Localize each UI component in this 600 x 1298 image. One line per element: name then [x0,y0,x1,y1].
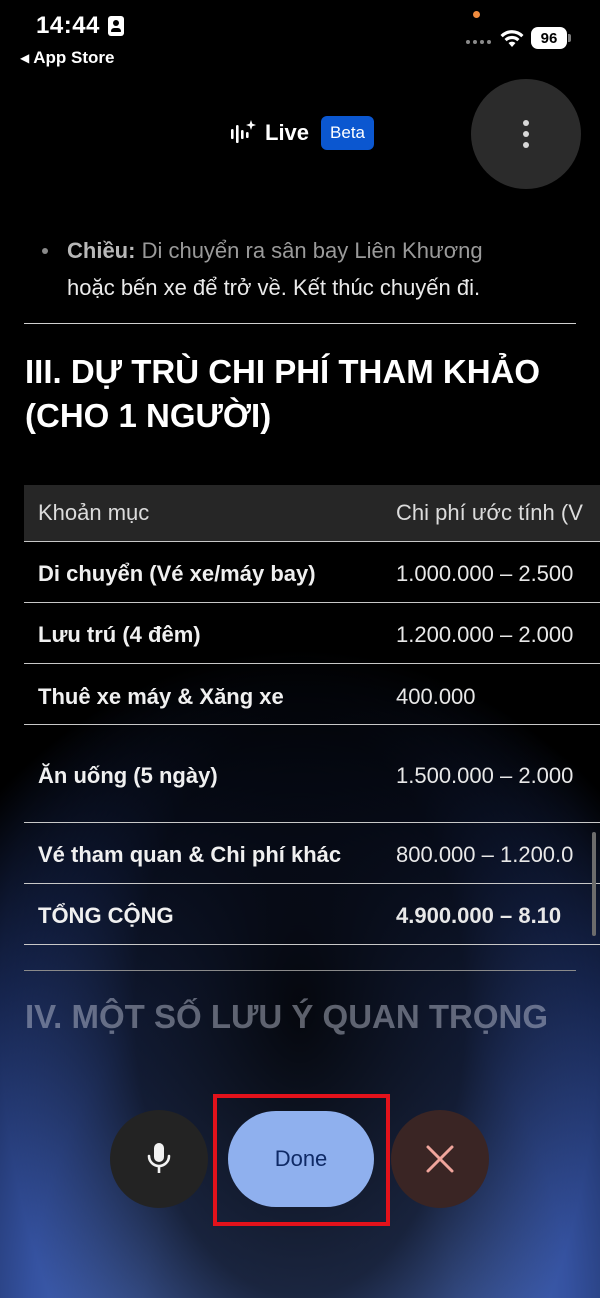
wifi-icon [500,30,524,47]
status-time: 14:44 [36,12,100,39]
back-triangle-icon: ◀ [20,51,30,65]
section-divider [24,323,576,324]
close-icon [426,1145,454,1173]
beta-badge: Beta [321,116,375,150]
table-row-divider [24,541,600,542]
live-screen: 14:44 ◀ App Store 96 Live Beta Chiều: Di… [0,0,600,1298]
table-header-cost: Chi phí ước tính (V [396,500,583,525]
table-row-item: Ăn uống (5 ngày) [38,763,218,788]
microphone-button[interactable] [110,1110,208,1208]
table-row-cost: 1.000.000 – 2.500 [396,561,574,586]
live-header: Live Beta [229,116,375,150]
section-divider [24,970,576,971]
scrollbar-thumb[interactable] [592,832,596,936]
table-row-divider [24,724,600,725]
bullet-dot [42,248,48,254]
bullet-text-line-2: hoặc bến xe để trở về. Kết thúc chuyến đ… [67,275,481,300]
next-section-title: IV. MỘT SỐ LƯU Ý QUAN TRỌNG [25,998,549,1035]
table-row-divider [24,944,600,945]
live-title: Live [265,120,310,145]
table-header-item: Khoản mục [38,500,150,525]
section-title: III. DỰ TRÙ CHI PHÍ THAM KHẢO (CHO 1 NGƯ… [25,353,541,434]
more-vert-icon [523,120,529,126]
table-row-divider [24,663,600,664]
more-options-button[interactable] [471,79,581,189]
table-row-item: Thuê xe máy & Xăng xe [38,684,284,709]
battery-tip [568,34,571,42]
contact-card-icon [108,16,124,36]
table-row-divider [24,822,600,823]
table-row-item: Lưu trú (4 đêm) [38,622,201,647]
bullet-text-part: Di chuyển ra sân bay Liên Khương [135,238,483,263]
microphone-icon [147,1143,171,1173]
battery-indicator: 96 [531,27,567,49]
highlight-annotation-box [213,1094,390,1226]
table-row-item: Di chuyển (Vé xe/máy bay) [38,561,316,586]
live-sparkle-icon [231,120,256,143]
bullet-text-line-1: Chiều: Di chuyển ra sân bay Liên Khương [67,238,483,264]
bullet-bold-label: Chiều: [67,238,136,263]
back-app-label: App Store [33,48,115,67]
back-to-app-store[interactable]: ◀ App Store [20,48,114,68]
table-row-item: Vé tham quan & Chi phí khác [38,842,342,867]
table-row-divider [24,883,600,884]
table-row-cost: 1.500.000 – 2.000 [396,763,574,788]
privacy-indicator-dot [473,11,480,18]
table-row-cost: 800.000 – 1.200.0 [396,842,574,867]
table-total-cost: 4.900.000 – 8.10 [396,903,562,928]
cellular-signal-icon [466,40,491,44]
table-row-cost: 400.000 [396,684,476,709]
table-total-label: TỔNG CỘNG [38,903,174,928]
close-button[interactable] [391,1110,489,1208]
table-row-divider [24,602,600,603]
table-row-cost: 1.200.000 – 2.000 [396,622,574,647]
